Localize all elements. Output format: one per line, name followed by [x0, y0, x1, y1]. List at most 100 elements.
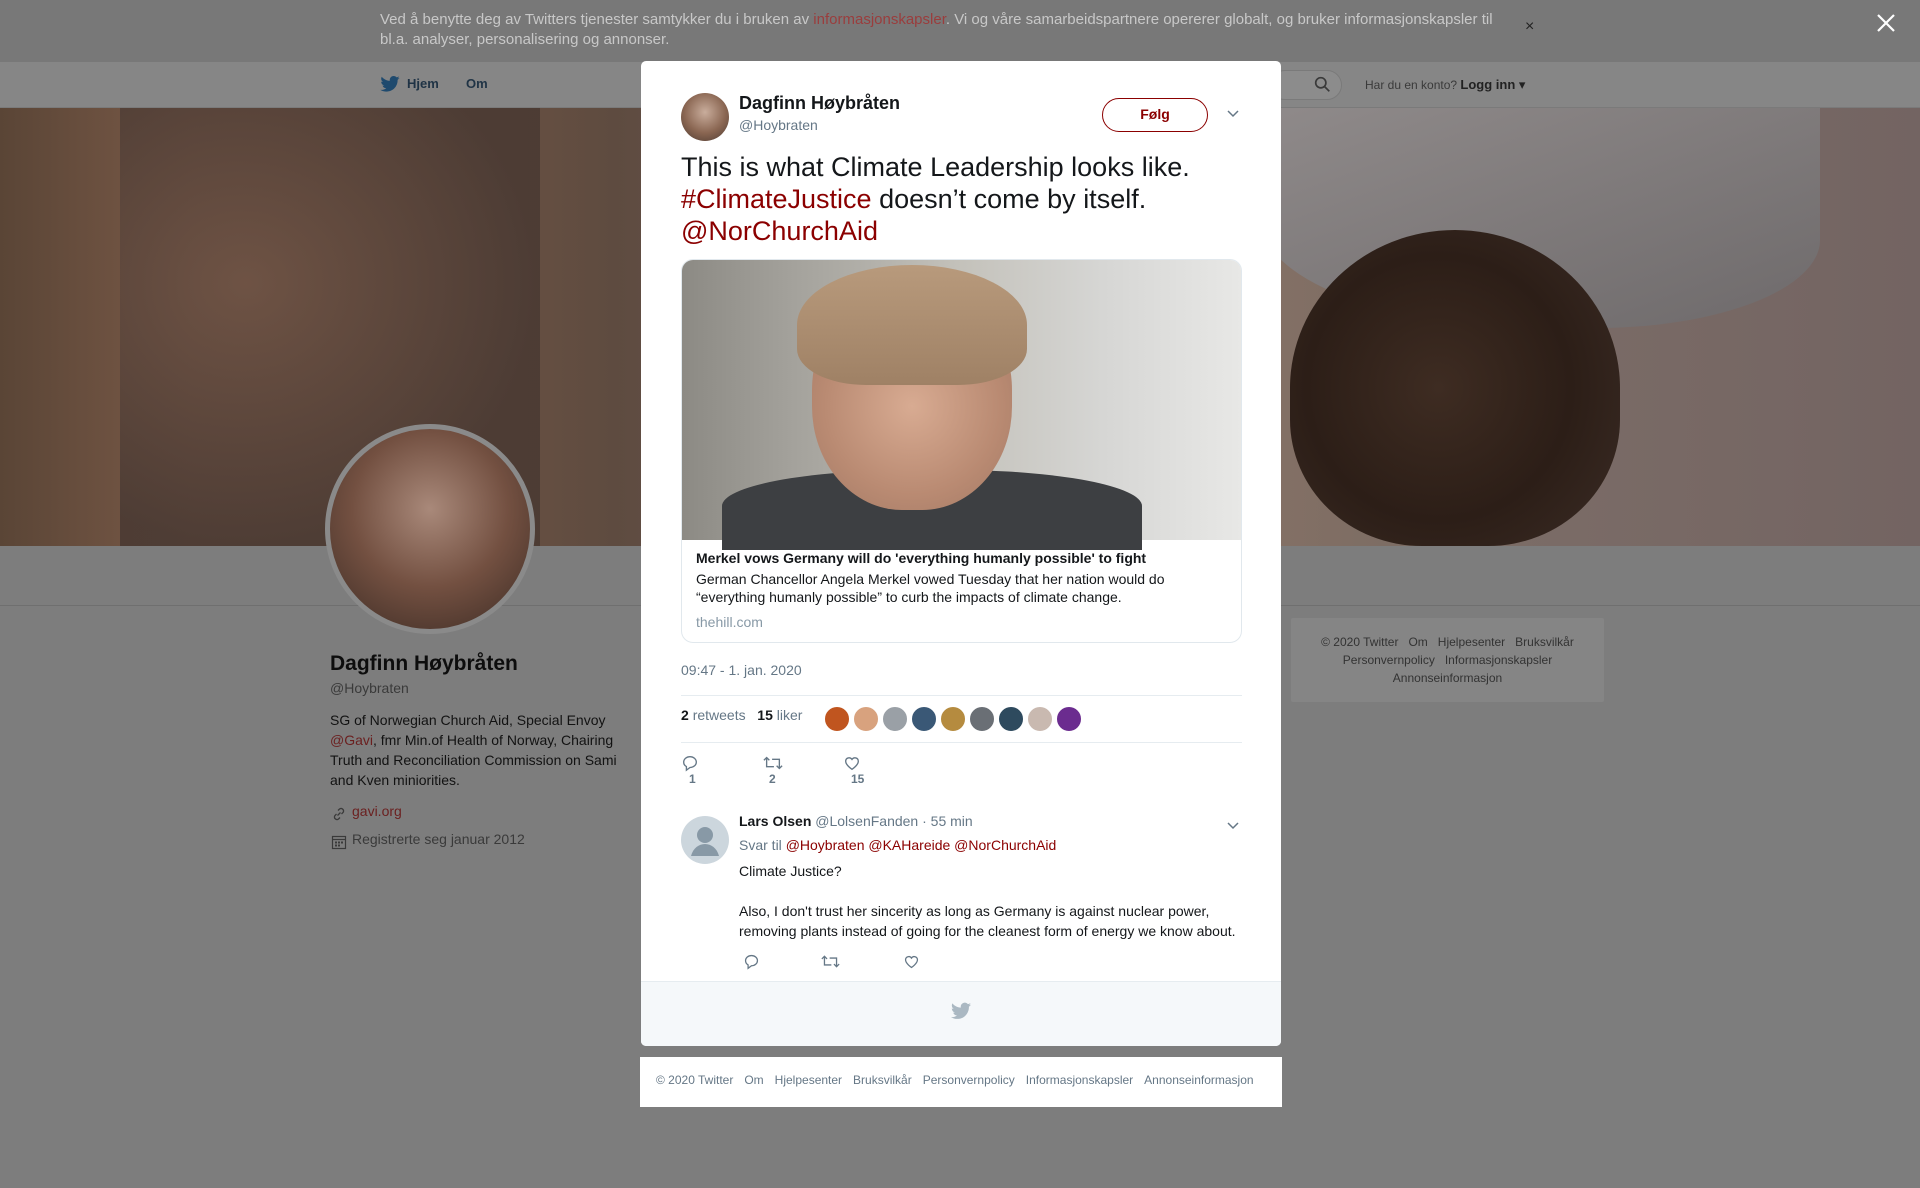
likes-label[interactable]: liker	[777, 707, 803, 723]
liker-avatar[interactable]	[940, 706, 966, 732]
divider	[681, 742, 1242, 743]
chevron-down-icon[interactable]	[1226, 818, 1240, 832]
calendar-icon	[331, 835, 347, 850]
close-icon[interactable]	[1876, 13, 1896, 33]
retweet-count[interactable]: 2	[681, 707, 689, 723]
card-title[interactable]: Merkel vows Germany will do 'everything …	[696, 550, 1146, 566]
cookie-close-button[interactable]: ×	[1525, 18, 1534, 36]
reply-author-avatar[interactable]	[681, 816, 729, 864]
bio-text: SG of Norwegian Church Aid, Special Envo…	[330, 712, 606, 728]
reply-header: Lars Olsen @LolsenFanden · 55 min	[739, 813, 973, 829]
liker-avatar[interactable]	[853, 706, 879, 732]
heart-icon[interactable]	[903, 953, 920, 970]
footer-link[interactable]: Hjelpesenter	[775, 1073, 842, 1087]
footer-link[interactable]: © 2020 Twitter	[1321, 635, 1398, 649]
footer-link[interactable]: Bruksvilkår	[1515, 635, 1574, 649]
chevron-down-icon[interactable]: ▾	[1515, 77, 1526, 92]
search-icon[interactable]	[1314, 76, 1331, 93]
liker-avatar[interactable]	[824, 706, 850, 732]
reply-text-line: Also, I don't trust her sincerity as lon…	[739, 903, 1236, 939]
reply-time[interactable]: · 55 min	[922, 813, 973, 829]
retweet-icon[interactable]	[821, 953, 840, 970]
link-preview-card[interactable]: Merkel vows Germany will do 'everything …	[681, 259, 1242, 643]
footer-link[interactable]: Om	[744, 1073, 763, 1087]
login-prompt: Har du en konto? Logg inn ▾	[1365, 77, 1525, 93]
follow-button[interactable]: Følg	[1102, 98, 1208, 132]
liker-avatar[interactable]	[969, 706, 995, 732]
mention-link[interactable]: @NorChurchAid	[681, 216, 878, 246]
link-icon	[333, 807, 345, 821]
profile-avatar[interactable]	[325, 424, 535, 634]
twitter-bird-icon[interactable]	[380, 76, 400, 92]
bio-mention-link[interactable]: @Gavi	[330, 732, 373, 748]
hashtag-link[interactable]: #ClimateJustice	[681, 184, 872, 214]
footer-link[interactable]: Bruksvilkår	[853, 1073, 912, 1087]
profile-joined-date: Registrerte seg januar 2012	[352, 831, 525, 847]
nav-about-link[interactable]: Om	[466, 76, 488, 91]
reply-mentions[interactable]: @Hoybraten @KAHareide @NorChurchAid	[786, 837, 1057, 853]
liker-avatars	[824, 706, 1085, 732]
retweets-label[interactable]: retweets	[693, 707, 746, 723]
login-link[interactable]: Logg inn	[1460, 77, 1515, 92]
liker-avatar[interactable]	[998, 706, 1024, 732]
card-photo-hair	[797, 265, 1027, 385]
footer-link[interactable]: Annonseinformasjon	[1144, 1073, 1253, 1087]
liker-avatar[interactable]	[1027, 706, 1053, 732]
footer-link[interactable]: Personvernpolicy	[1343, 653, 1435, 667]
reply-icon[interactable]	[743, 953, 760, 970]
reply-count: 1	[689, 772, 696, 786]
footer-link[interactable]: © 2020 Twitter	[656, 1073, 733, 1087]
tweet-author-handle[interactable]: @Hoybraten	[739, 117, 818, 133]
footer-link[interactable]: Informasjonskapsler	[1445, 653, 1552, 667]
cookie-policy-link[interactable]: informasjonskapsler	[813, 11, 946, 28]
reply-text-line: Climate Justice?	[739, 863, 842, 879]
tweet-text-part: This is what Climate Leadership looks li…	[681, 152, 1190, 182]
footer-link[interactable]: Personvernpolicy	[923, 1073, 1015, 1087]
profile-website-link[interactable]: gavi.org	[352, 803, 402, 819]
liker-avatar[interactable]	[882, 706, 908, 732]
profile-bio: SG of Norwegian Church Aid, Special Envo…	[330, 710, 620, 790]
like-action-count: 15	[851, 772, 865, 786]
footer-link[interactable]: Informasjonskapsler	[1026, 1073, 1133, 1087]
twitter-bird-icon	[951, 1002, 971, 1019]
retweet-action-count: 2	[769, 772, 776, 786]
retweet-icon	[763, 756, 783, 770]
like-count[interactable]: 15	[757, 707, 773, 723]
default-avatar-icon	[691, 827, 719, 856]
liker-avatar[interactable]	[911, 706, 937, 732]
tweet-author-avatar[interactable]	[681, 93, 729, 141]
heart-icon	[845, 757, 859, 771]
card-image[interactable]	[682, 260, 1241, 550]
reply-author-name[interactable]: Lars Olsen	[739, 813, 811, 829]
cookie-notice-text: Ved å benytte deg av Twitters tjenester …	[380, 10, 1520, 50]
tweet-stats: 2 retweets 15 liker	[681, 707, 802, 723]
reply-button[interactable]: 1	[681, 754, 699, 786]
bio-text: , fmr Min.of Health of Norway, Chairing …	[330, 732, 617, 788]
tweet-modal: Dagfinn Høybråten @Hoybraten Følg This i…	[641, 61, 1281, 1046]
cookie-text-part: Ved å benytte deg av Twitters tjenester …	[380, 11, 814, 28]
footer-link[interactable]: Om	[1408, 635, 1427, 649]
divider	[681, 695, 1242, 696]
tweet-author-name[interactable]: Dagfinn Høybråten	[739, 93, 900, 114]
nav-home-link[interactable]: Hjem	[407, 76, 439, 91]
account-prompt-text: Har du en konto?	[1365, 78, 1458, 92]
profile-name[interactable]: Dagfinn Høybråten	[330, 652, 518, 676]
card-description: German Chancellor Angela Merkel vowed Tu…	[696, 571, 1165, 605]
reply-to-line: Svar til @Hoybraten @KAHareide @NorChurc…	[739, 837, 1056, 853]
card-domain: thehill.com	[696, 614, 763, 630]
footer-link[interactable]: Annonseinformasjon	[1393, 671, 1502, 685]
reply-to-label: Svar til	[739, 837, 782, 853]
footer-link[interactable]: Hjelpesenter	[1438, 635, 1505, 649]
modal-footer	[641, 981, 1281, 1046]
header-photo-baby	[1290, 230, 1620, 546]
retweet-button[interactable]: 2	[763, 754, 783, 786]
tweet-timestamp[interactable]: 09:47 - 1. jan. 2020	[681, 662, 802, 678]
chevron-down-icon[interactable]	[1226, 106, 1240, 120]
side-footer: © 2020 Twitter Om Hjelpesenter Bruksvilkår …	[1291, 618, 1604, 702]
profile-handle[interactable]: @Hoybraten	[330, 680, 409, 696]
tweet-text: This is what Climate Leadership looks li…	[681, 151, 1241, 247]
reply-author-handle[interactable]: @LolsenFanden	[815, 813, 918, 829]
liker-avatar[interactable]	[1056, 706, 1082, 732]
tweet-text-part: doesn’t come by itself.	[871, 184, 1147, 214]
like-button[interactable]: 15	[843, 754, 864, 786]
